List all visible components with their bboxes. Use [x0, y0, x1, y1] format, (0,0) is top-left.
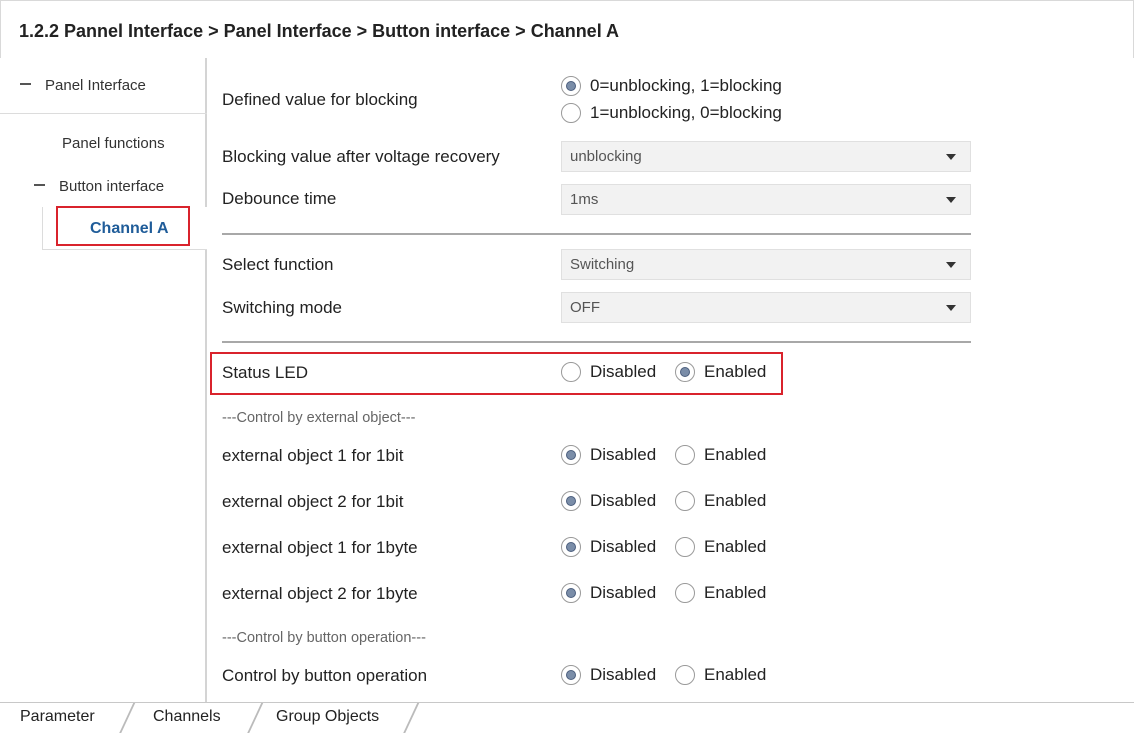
radio-selected-icon[interactable]: [675, 362, 695, 382]
radio-label: Disabled: [590, 445, 657, 464]
blocking-option-0[interactable]: 0=unblocking, 1=blocking: [561, 76, 782, 96]
radio-unselected-icon[interactable]: [561, 362, 581, 382]
radio-label: Enabled: [704, 362, 767, 381]
ext-obj-1-1bit-label: external object 1 for 1bit: [222, 446, 404, 465]
radio-label: Enabled: [704, 445, 767, 464]
status-led-label: Status LED: [222, 363, 308, 382]
breadcrumb: 1.2.2 Pannel Interface > Panel Interface…: [19, 21, 620, 41]
tree-item-label: Panel functions: [62, 135, 165, 152]
blocking-recovery-select[interactable]: unblocking: [561, 141, 971, 172]
tree-item-button-interface[interactable]: Button interface: [34, 178, 164, 195]
debounce-time-select[interactable]: 1ms: [561, 184, 971, 215]
switching-mode-label: Switching mode: [222, 298, 343, 317]
select-value: unblocking: [570, 148, 642, 165]
external-object-note: ---Control by external object---: [222, 410, 416, 426]
tab-group-objects[interactable]: Group Objects: [276, 708, 379, 726]
radio-unselected-icon[interactable]: [675, 445, 695, 465]
radio-label: Enabled: [704, 665, 767, 684]
debounce-time-label: Debounce time: [222, 189, 337, 208]
tab-channels[interactable]: Channels: [153, 708, 221, 726]
parameter-panel: Defined value for blocking 0=unblocking,…: [207, 58, 1134, 702]
collapse-icon[interactable]: [34, 184, 45, 187]
control-by-button-label: Control by button operation: [222, 666, 428, 685]
ext-obj-1-1bit-enabled[interactable]: Enabled: [675, 445, 766, 465]
radio-unselected-icon[interactable]: [675, 491, 695, 511]
select-value: Switching: [570, 256, 635, 273]
radio-unselected-icon[interactable]: [561, 103, 581, 123]
sidebar-tree: Panel Interface Panel functions Button i…: [0, 58, 207, 702]
radio-unselected-icon[interactable]: [675, 583, 695, 603]
radio-selected-icon[interactable]: [561, 583, 581, 603]
select-function-select[interactable]: Switching: [561, 249, 971, 280]
ext-obj-1-1byte-enabled[interactable]: Enabled: [675, 537, 766, 557]
tab-separator: [246, 703, 264, 733]
bottom-tab-bar: Parameter Channels Group Objects: [0, 702, 1134, 733]
radio-selected-icon[interactable]: [561, 537, 581, 557]
button-operation-note: ---Control by button operation---: [222, 630, 426, 646]
radio-unselected-icon[interactable]: [675, 537, 695, 557]
radio-label: Enabled: [704, 491, 767, 510]
collapse-icon[interactable]: [20, 83, 31, 86]
radio-label: 0=unblocking, 1=blocking: [590, 76, 782, 95]
blocking-recovery-label: Blocking value after voltage recovery: [222, 147, 500, 166]
chevron-down-icon[interactable]: [946, 262, 956, 268]
select-value: OFF: [570, 299, 600, 316]
section-divider: [222, 233, 971, 235]
section-divider: [222, 341, 971, 343]
radio-unselected-icon[interactable]: [675, 665, 695, 685]
chevron-down-icon[interactable]: [946, 305, 956, 311]
radio-selected-icon[interactable]: [561, 76, 581, 96]
radio-label: Disabled: [590, 665, 657, 684]
ext-obj-1-1byte-disabled[interactable]: Disabled: [561, 537, 656, 557]
tree-item-channel-a[interactable]: Channel A: [90, 220, 169, 238]
radio-label: Disabled: [590, 362, 657, 381]
tab-separator: [402, 703, 420, 733]
ext-obj-2-1byte-enabled[interactable]: Enabled: [675, 583, 766, 603]
blocking-option-1[interactable]: 1=unblocking, 0=blocking: [561, 103, 782, 123]
tree-separator: [0, 113, 207, 114]
title-bar: 1.2.2 Pannel Interface > Panel Interface…: [0, 0, 1134, 64]
tree-item-panel-functions[interactable]: Panel functions: [62, 135, 165, 152]
switching-mode-select[interactable]: OFF: [561, 292, 971, 323]
tree-item-label: Button interface: [59, 178, 165, 195]
radio-selected-icon[interactable]: [561, 491, 581, 511]
ext-obj-2-1byte-label: external object 2 for 1byte: [222, 584, 418, 603]
tab-separator: [118, 703, 136, 733]
status-led-enabled[interactable]: Enabled: [675, 362, 766, 382]
radio-label: Disabled: [590, 537, 657, 556]
ext-obj-1-1bit-disabled[interactable]: Disabled: [561, 445, 656, 465]
ext-obj-2-1bit-label: external object 2 for 1bit: [222, 492, 404, 511]
ext-obj-2-1byte-disabled[interactable]: Disabled: [561, 583, 656, 603]
radio-selected-icon[interactable]: [561, 445, 581, 465]
tree-item-label: Panel Interface: [45, 77, 146, 94]
control-by-button-disabled[interactable]: Disabled: [561, 665, 656, 685]
status-led-disabled[interactable]: Disabled: [561, 362, 656, 382]
radio-label: Disabled: [590, 491, 657, 510]
blocking-value-label: Defined value for blocking: [222, 90, 418, 109]
chevron-down-icon[interactable]: [946, 197, 956, 203]
radio-label: Enabled: [704, 583, 767, 602]
radio-label: 1=unblocking, 0=blocking: [590, 103, 782, 122]
select-function-label: Select function: [222, 255, 334, 274]
ext-obj-2-1bit-enabled[interactable]: Enabled: [675, 491, 766, 511]
radio-selected-icon[interactable]: [561, 665, 581, 685]
radio-label: Disabled: [590, 583, 657, 602]
tab-parameter[interactable]: Parameter: [20, 708, 95, 726]
ext-obj-1-1byte-label: external object 1 for 1byte: [222, 538, 418, 557]
select-value: 1ms: [570, 191, 599, 208]
tree-item-panel-interface[interactable]: Panel Interface: [20, 77, 146, 94]
radio-label: Enabled: [704, 537, 767, 556]
ext-obj-2-1bit-disabled[interactable]: Disabled: [561, 491, 656, 511]
control-by-button-enabled[interactable]: Enabled: [675, 665, 766, 685]
chevron-down-icon[interactable]: [946, 154, 956, 160]
